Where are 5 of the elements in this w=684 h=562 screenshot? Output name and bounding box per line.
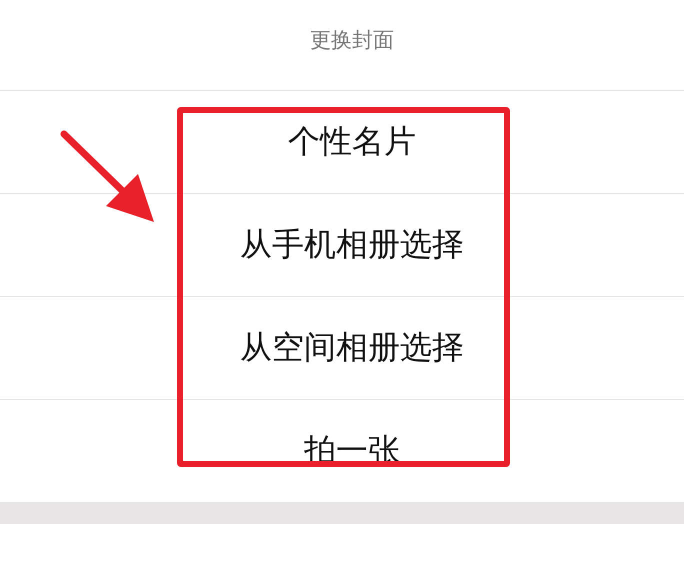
sheet-title: 更换封面 [309, 27, 394, 54]
menu-option[interactable]: 从空间相册选择 [220, 326, 464, 370]
arrow-icon [60, 130, 154, 222]
menu-option[interactable]: 从手机相册选择 [220, 223, 464, 267]
menu-option[interactable]: 个性名片 [268, 120, 416, 164]
